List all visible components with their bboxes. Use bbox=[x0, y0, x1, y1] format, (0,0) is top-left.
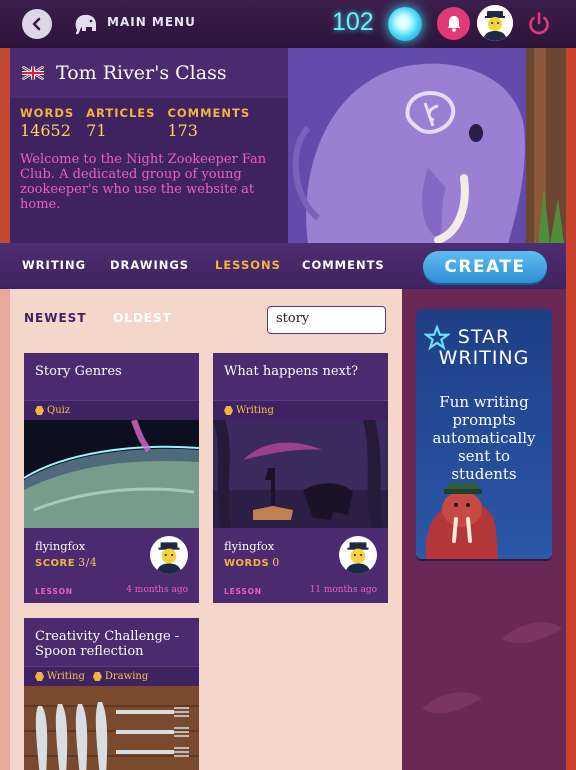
star-writing-ad[interactable]: STAR WRITING Fun writing prompts automat… bbox=[416, 309, 552, 559]
class-title: Tom River's Class bbox=[56, 62, 227, 84]
elephant-icon[interactable] bbox=[72, 10, 100, 36]
hexagon-icon bbox=[224, 406, 233, 415]
top-bar: Main Menu 102 bbox=[0, 0, 576, 48]
class-info-panel: Tom River's Class Words 14652 Articles 7… bbox=[10, 48, 288, 244]
zookeeper-avatar-icon bbox=[345, 542, 371, 574]
card-timestamp: 4 months ago bbox=[126, 585, 188, 595]
card-author: flyingfox bbox=[35, 539, 86, 553]
hexagon-icon bbox=[92, 672, 102, 681]
stat-value: 14652 bbox=[20, 121, 71, 140]
stat-articles: Articles 71 bbox=[86, 106, 155, 140]
card-author: flyingfox bbox=[224, 539, 275, 553]
card-title: Creativity Challenge - Spoon reflection bbox=[35, 629, 180, 659]
tag: Writing bbox=[224, 405, 274, 416]
earth-from-space-image bbox=[24, 420, 199, 528]
notifications-button[interactable] bbox=[437, 7, 470, 40]
orb-icon[interactable] bbox=[388, 7, 422, 41]
author-avatar bbox=[150, 536, 188, 574]
tab-lessons[interactable]: Lessons bbox=[215, 258, 281, 272]
card-score: Score 3/4 bbox=[35, 556, 97, 569]
tag: Quiz bbox=[35, 405, 70, 416]
walrus-illustration bbox=[425, 483, 498, 559]
stat-label: Comments bbox=[167, 106, 251, 120]
card-image bbox=[24, 686, 199, 770]
card-title: What happens next? bbox=[224, 364, 359, 379]
star-icon bbox=[424, 325, 450, 351]
lesson-card[interactable]: Story Genres Quiz flyingfox Score 3/4 Les… bbox=[24, 353, 199, 603]
tab-writing[interactable]: Writing bbox=[22, 258, 86, 272]
stat-value: 173 bbox=[167, 121, 198, 140]
author-avatar bbox=[339, 536, 377, 574]
card-image bbox=[213, 420, 388, 528]
stat-value: 71 bbox=[86, 121, 107, 140]
card-title: Story Genres bbox=[35, 364, 122, 379]
card-type: Lesson bbox=[224, 587, 262, 596]
card-type: Lesson bbox=[35, 587, 73, 596]
tag-label: Quiz bbox=[47, 405, 71, 416]
stat-label: Articles bbox=[86, 106, 156, 120]
zookeeper-avatar-icon bbox=[477, 5, 513, 41]
sort-newest[interactable]: Newest bbox=[24, 311, 87, 325]
cutlery-image bbox=[24, 686, 199, 770]
tag-label: Writing bbox=[47, 671, 85, 682]
tab-comments[interactable]: Comments bbox=[302, 258, 385, 272]
card-image bbox=[24, 420, 199, 528]
stat-words: Words 14652 bbox=[20, 106, 74, 140]
user-avatar[interactable] bbox=[477, 5, 513, 41]
tag-label: Drawing bbox=[104, 671, 149, 682]
left-edge bbox=[0, 48, 10, 244]
tag-label: Writing bbox=[236, 405, 274, 416]
card-timestamp: 11 months ago bbox=[309, 585, 378, 595]
elephant-illustration bbox=[288, 48, 576, 244]
lesson-card[interactable]: What happens next? Writing flyingfox Wor… bbox=[213, 353, 388, 603]
lessons-list: Newest Oldest story Story Genres Quiz fl… bbox=[10, 289, 402, 770]
card-tags: Quiz bbox=[24, 400, 199, 420]
sort-oldest[interactable]: Oldest bbox=[113, 311, 172, 325]
power-icon[interactable] bbox=[525, 10, 553, 38]
class-title-row: Tom River's Class bbox=[10, 48, 288, 98]
tab-drawings[interactable]: Drawings bbox=[110, 258, 189, 272]
card-tags: Writing Drawing bbox=[24, 666, 199, 686]
lesson-card[interactable]: Creativity Challenge - Spoon reflection … bbox=[24, 618, 199, 770]
tag: Writing bbox=[35, 671, 85, 682]
create-button[interactable]: Create bbox=[423, 251, 547, 283]
card-words: Words 0 bbox=[224, 556, 280, 569]
tag: Drawing bbox=[92, 671, 149, 682]
right-edge bbox=[566, 48, 576, 770]
words-label: Words bbox=[224, 558, 270, 569]
stat-comments: Comments 173 bbox=[167, 106, 250, 140]
ad-logo-line2: WRITING bbox=[438, 347, 530, 369]
words-value: 0 bbox=[272, 556, 280, 569]
hexagon-icon bbox=[35, 406, 44, 415]
class-welcome-text: Welcome to the Night Zookeeper Fan Club.… bbox=[20, 152, 267, 212]
orb-counter: 102 bbox=[332, 8, 374, 36]
hexagon-icon bbox=[35, 672, 44, 681]
uk-flag-icon bbox=[22, 66, 44, 80]
main-menu-link[interactable]: Main Menu bbox=[107, 15, 196, 29]
zookeeper-avatar-icon bbox=[156, 542, 182, 574]
class-stats: Words 14652 Articles 71 Comments 173 bbox=[10, 98, 288, 140]
score-value: 3/4 bbox=[78, 556, 98, 569]
chevron-left-icon bbox=[32, 17, 41, 31]
back-button[interactable] bbox=[22, 9, 52, 39]
class-banner-image bbox=[288, 48, 576, 244]
search-input[interactable]: story bbox=[267, 306, 386, 334]
card-tags: Writing bbox=[213, 400, 388, 420]
night-forest-image bbox=[213, 420, 388, 528]
bell-icon bbox=[447, 16, 460, 32]
score-label: Score bbox=[35, 558, 76, 569]
stat-label: Words bbox=[20, 106, 75, 120]
